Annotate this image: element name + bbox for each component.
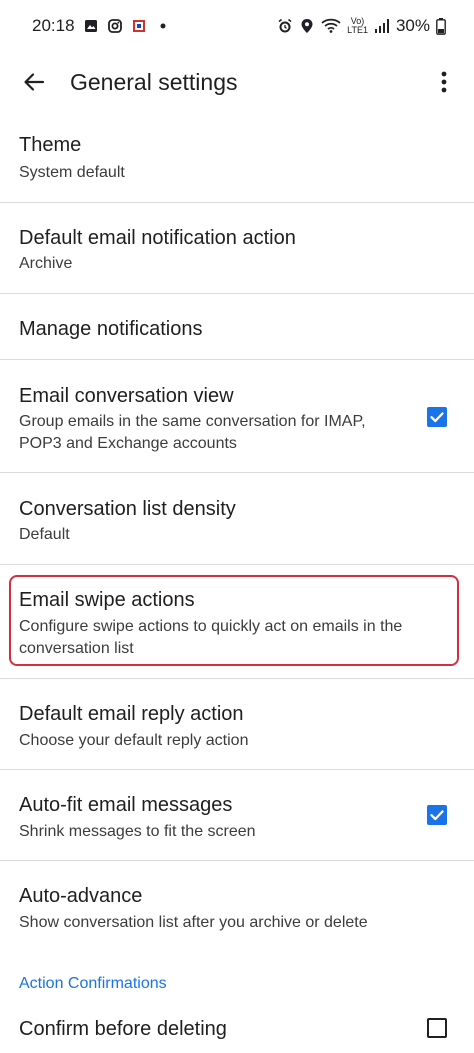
check-icon	[430, 810, 444, 821]
setting-title: Conversation list density	[19, 498, 236, 520]
setting-summary: Archive	[19, 255, 73, 272]
auto-fit-checkbox[interactable]	[427, 805, 447, 825]
setting-summary: Shrink messages to fit the screen	[19, 823, 256, 840]
setting-title: Confirm before deleting	[19, 1018, 227, 1040]
network-type-label: Vo) LTE1	[347, 17, 368, 35]
setting-title: Email swipe actions	[19, 589, 195, 611]
more-options-button[interactable]	[424, 62, 464, 102]
dot-icon	[155, 18, 171, 34]
network-label-bottom: LTE1	[347, 25, 368, 35]
setting-email-swipe-actions[interactable]: Email swipe actions Configure swipe acti…	[0, 565, 474, 677]
instagram-icon	[107, 18, 123, 34]
setting-theme[interactable]: Theme System default	[0, 114, 474, 202]
signal-icon	[374, 18, 390, 34]
setting-summary: Default	[19, 526, 70, 543]
confirm-delete-checkbox[interactable]	[427, 1018, 447, 1038]
section-header-action-confirmations: Action Confirmations	[19, 975, 167, 992]
alarm-icon	[277, 18, 293, 34]
app-bar: General settings	[0, 54, 474, 110]
page-title: General settings	[70, 69, 238, 95]
setting-auto-fit-messages[interactable]: Auto-fit email messages Shrink messages …	[0, 770, 474, 860]
gallery-icon	[83, 18, 99, 34]
notification-app-icon	[131, 18, 147, 34]
setting-title: Theme	[19, 134, 82, 156]
status-time: 20:18	[32, 16, 75, 35]
arrow-back-icon	[24, 73, 45, 91]
setting-default-reply-action[interactable]: Default email reply action Choose your d…	[0, 679, 474, 769]
battery-percent: 30%	[395, 16, 430, 35]
setting-confirm-before-deleting[interactable]: Confirm before deleting	[0, 1005, 474, 1053]
setting-title: Default email notification action	[19, 227, 296, 249]
setting-title: Manage notifications	[19, 318, 203, 340]
setting-summary: Group emails in the same conversation fo…	[19, 413, 366, 452]
setting-summary: Configure swipe actions to quickly act o…	[19, 618, 403, 657]
status-right: Vo) LTE1 30%	[277, 16, 446, 36]
status-bar: 20:18 Vo) LTE1 30%	[0, 0, 474, 54]
more-vert-icon	[441, 71, 447, 93]
setting-summary: System default	[19, 164, 125, 181]
check-icon	[430, 412, 444, 423]
setting-auto-advance[interactable]: Auto-advance Show conversation list afte…	[0, 861, 474, 951]
location-icon	[299, 18, 315, 34]
setting-summary: Show conversation list after you archive…	[19, 914, 368, 931]
wifi-icon	[321, 18, 341, 34]
setting-default-notification-action[interactable]: Default email notification action Archiv…	[0, 203, 474, 293]
setting-manage-notifications[interactable]: Manage notifications	[0, 294, 474, 359]
status-left: 20:18	[32, 16, 171, 36]
setting-title: Email conversation view	[19, 385, 234, 407]
setting-title: Default email reply action	[19, 703, 244, 725]
back-button[interactable]	[14, 62, 54, 102]
setting-summary: Choose your default reply action	[19, 732, 249, 749]
setting-conversation-list-density[interactable]: Conversation list density Default	[0, 473, 474, 564]
conversation-view-checkbox[interactable]	[427, 407, 447, 427]
battery-icon	[436, 17, 446, 35]
setting-email-conversation-view[interactable]: Email conversation view Group emails in …	[0, 360, 474, 472]
setting-title: Auto-advance	[19, 885, 143, 907]
setting-title: Auto-fit email messages	[19, 794, 233, 816]
